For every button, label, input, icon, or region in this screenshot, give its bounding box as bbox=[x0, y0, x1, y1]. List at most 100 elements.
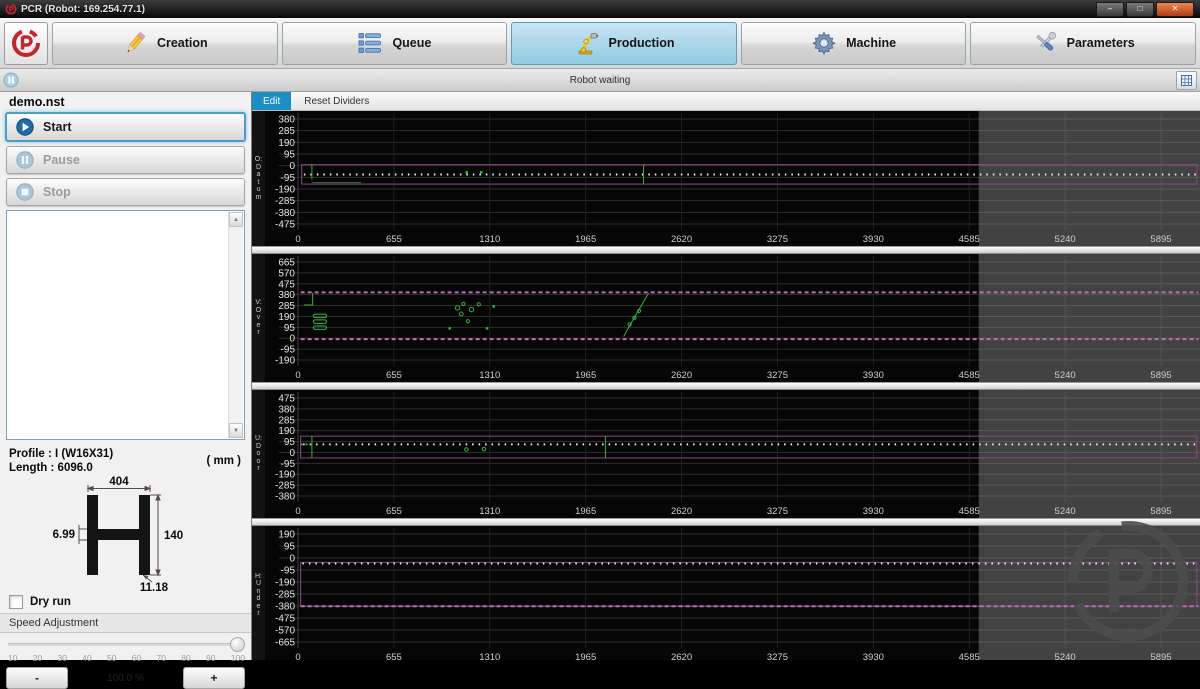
svg-text:1965: 1965 bbox=[575, 652, 596, 660]
svg-text:1965: 1965 bbox=[575, 506, 596, 517]
svg-text:190: 190 bbox=[278, 138, 295, 149]
svg-text:-190: -190 bbox=[275, 470, 295, 481]
dim-web-thickness: 6.99 bbox=[53, 529, 75, 541]
svg-text:5240: 5240 bbox=[1055, 506, 1076, 517]
tab-queue[interactable]: Queue bbox=[281, 21, 508, 65]
svg-text:0: 0 bbox=[295, 652, 300, 660]
stop-button-label: Stop bbox=[43, 185, 71, 199]
pencil-icon bbox=[127, 32, 145, 53]
scroll-up-arrow-icon[interactable]: ▲ bbox=[229, 212, 243, 227]
app-logo-icon bbox=[5, 3, 17, 15]
svg-text:655: 655 bbox=[386, 506, 402, 517]
play-icon bbox=[16, 118, 34, 136]
chart-u-door: 475380285190950-95-190-285-3800 655 1310 19… bbox=[265, 390, 1200, 518]
tab-creation[interactable]: Creation bbox=[52, 21, 278, 65]
chart-v-over: 665570475380285190950-95-1900 655 1310 1965… bbox=[265, 254, 1200, 382]
brand-logo-button[interactable] bbox=[4, 21, 48, 65]
face-axis-label-o-datum: O: Da t u m bbox=[252, 111, 265, 246]
chart-h-under: 190950-95-190-285-380-475-570-6650 655 131… bbox=[265, 526, 1200, 660]
tab-creation-label: Creation bbox=[156, 36, 208, 50]
edit-button[interactable]: Edit bbox=[252, 92, 292, 110]
tab-queue-label: Queue bbox=[392, 36, 432, 50]
svg-text:570: 570 bbox=[278, 268, 295, 279]
svg-text:5240: 5240 bbox=[1055, 234, 1076, 245]
speed-increase-button[interactable]: + bbox=[183, 667, 245, 689]
tab-parameters-label: Parameters bbox=[1066, 36, 1135, 50]
svg-text:1310: 1310 bbox=[479, 652, 500, 660]
start-button[interactable]: Start bbox=[5, 112, 246, 142]
svg-text:2620: 2620 bbox=[671, 652, 692, 660]
speed-tick-label: 40 bbox=[82, 653, 92, 663]
speed-decrease-button[interactable]: - bbox=[6, 667, 68, 689]
svg-text:4585: 4585 bbox=[959, 506, 980, 517]
svg-text:0: 0 bbox=[295, 234, 300, 245]
speed-controls: - 100.0 % + bbox=[6, 667, 245, 689]
loaded-file-name: demo.nst bbox=[9, 95, 65, 109]
list-scrollbar[interactable]: ▲ ▼ bbox=[228, 212, 243, 438]
start-button-label: Start bbox=[43, 120, 72, 134]
pause-button[interactable]: Pause bbox=[6, 146, 245, 174]
tab-machine[interactable]: Machine bbox=[740, 21, 967, 65]
tab-machine-label: Machine bbox=[846, 36, 897, 50]
chart-divider[interactable] bbox=[252, 518, 1200, 526]
close-button[interactable]: ✕ bbox=[1156, 1, 1194, 17]
speed-adjustment-header: Speed Adjustment bbox=[0, 613, 251, 633]
speed-tick-label: 90 bbox=[206, 653, 216, 663]
svg-text:-95: -95 bbox=[281, 459, 296, 470]
speed-tick-label: 100 bbox=[230, 653, 245, 663]
tab-parameters[interactable]: Parameters bbox=[970, 21, 1196, 65]
dim-depth: 140 bbox=[164, 530, 183, 542]
svg-text:-95: -95 bbox=[281, 566, 296, 577]
svg-text:0: 0 bbox=[289, 334, 295, 345]
queue-list-icon bbox=[359, 33, 382, 53]
speed-tick-label: 10 bbox=[8, 653, 18, 663]
svg-text:285: 285 bbox=[278, 301, 295, 312]
maximize-button[interactable]: □ bbox=[1126, 1, 1154, 17]
slider-groove[interactable] bbox=[8, 643, 243, 646]
svg-text:665: 665 bbox=[278, 258, 295, 269]
svg-text:190: 190 bbox=[278, 312, 295, 323]
stop-button[interactable]: Stop bbox=[6, 178, 245, 206]
face-axis-label-v-over: V: Ov e r bbox=[252, 254, 265, 382]
svg-text:0: 0 bbox=[289, 161, 295, 172]
main-content: demo.nst Start Pause Stop ▲ ▼ Profile: … bbox=[0, 92, 1200, 689]
svg-text:4585: 4585 bbox=[959, 370, 980, 381]
speed-value: 100.0 % bbox=[107, 672, 144, 684]
svg-text:475: 475 bbox=[278, 279, 295, 290]
tools-icon bbox=[1035, 31, 1056, 51]
slider-handle[interactable] bbox=[230, 637, 245, 652]
tab-production[interactable]: Production bbox=[511, 21, 737, 65]
svg-text:655: 655 bbox=[386, 652, 402, 660]
svg-text:95: 95 bbox=[284, 437, 296, 448]
svg-text:285: 285 bbox=[278, 126, 295, 137]
pause-button-label: Pause bbox=[43, 153, 80, 167]
svg-text:-190: -190 bbox=[275, 185, 295, 196]
brand-logo-icon bbox=[12, 29, 40, 57]
job-message-list[interactable]: ▲ ▼ bbox=[6, 210, 245, 440]
chart-o-datum: 380285190950-95-190-285-380-4750 655 1310 1… bbox=[265, 111, 1200, 246]
minimize-button[interactable]: – bbox=[1096, 1, 1124, 17]
robot-arm-icon bbox=[578, 33, 598, 55]
svg-text:-665: -665 bbox=[275, 638, 295, 649]
speed-tick-label: 60 bbox=[131, 653, 142, 663]
dry-run-checkbox[interactable] bbox=[9, 595, 23, 609]
svg-text:-380: -380 bbox=[275, 492, 295, 503]
face-chart-row-o-datum: O: Da t u m 380 285 190 95 0 -95 -190 -285 -380 -475 0 6… bbox=[252, 111, 1200, 246]
svg-text:5895: 5895 bbox=[1150, 506, 1171, 517]
svg-text:3275: 3275 bbox=[767, 234, 788, 245]
svg-text:-285: -285 bbox=[275, 481, 295, 492]
gear-icon bbox=[812, 31, 836, 55]
tab-production-label: Production bbox=[608, 36, 675, 50]
stop-icon bbox=[16, 183, 34, 201]
reset-dividers-button[interactable]: Reset Dividers bbox=[291, 92, 382, 110]
speed-slider[interactable] bbox=[6, 635, 245, 653]
speed-tick-label: 70 bbox=[156, 653, 166, 663]
chart-divider[interactable] bbox=[252, 246, 1200, 254]
svg-text:0: 0 bbox=[289, 448, 295, 459]
beam-cross-section-diagram: 404 6.99 140 11.18 bbox=[53, 476, 184, 594]
svg-text:380: 380 bbox=[278, 115, 295, 126]
svg-text:-285: -285 bbox=[275, 196, 295, 207]
svg-text:4585: 4585 bbox=[959, 652, 980, 660]
chart-divider[interactable] bbox=[252, 382, 1200, 390]
scroll-down-arrow-icon[interactable]: ▼ bbox=[229, 423, 243, 438]
